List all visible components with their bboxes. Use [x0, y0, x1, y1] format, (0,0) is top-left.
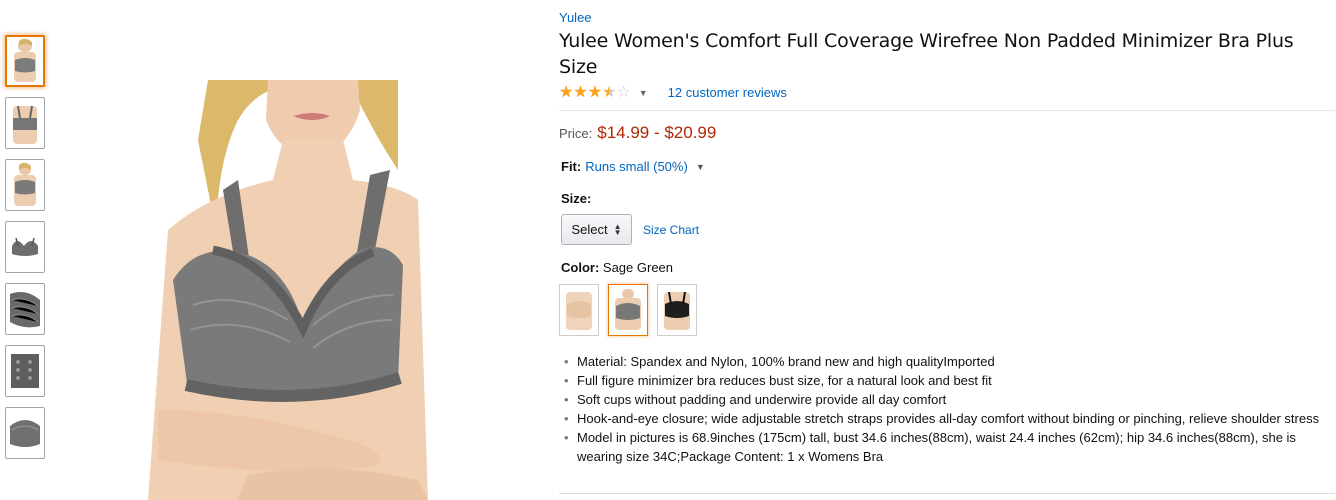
swatch-black[interactable]	[657, 284, 697, 336]
size-chart-link[interactable]: Size Chart	[643, 223, 699, 237]
star-empty-icon: ☆	[616, 83, 631, 101]
fit-label: Fit:	[561, 159, 582, 174]
feature-bullet: Model in pictures is 68.9inches (175cm) …	[564, 428, 1335, 466]
thumbnail-fabric-detail[interactable]	[5, 283, 45, 335]
feature-bullet: Full figure minimizer bra reduces bust s…	[564, 371, 1335, 390]
feature-bullet: Hook-and-eye closure; wide adjustable st…	[564, 409, 1335, 428]
thumbnail-cup-detail[interactable]	[5, 407, 45, 459]
thumbnail-strip	[5, 35, 45, 469]
product-title: Yulee Women's Comfort Full Coverage Wire…	[559, 30, 1294, 78]
color-value: Sage Green	[602, 260, 674, 275]
main-product-image[interactable]	[98, 80, 478, 500]
swatch-sage-green[interactable]	[608, 284, 648, 336]
star-full-icon: ★	[573, 83, 588, 101]
swatch-beige[interactable]	[559, 284, 599, 336]
star-rating[interactable]: ★ ★ ★ ★ ☆	[559, 83, 631, 101]
customer-reviews-link[interactable]: 12 customer reviews	[668, 85, 787, 100]
brand-link[interactable]: Yulee	[559, 10, 1335, 26]
feature-bullet: Material: Spandex and Nylon, 100% brand …	[564, 352, 1335, 371]
price-value: $14.99 - $20.99	[597, 123, 717, 142]
rating-dropdown-caret-icon[interactable]: ▼	[639, 88, 648, 98]
price-label: Price:	[559, 126, 593, 141]
color-row: Color: Sage Green	[561, 260, 1335, 275]
size-select-dropdown[interactable]: Select ▲ ▼	[561, 214, 632, 245]
select-arrows-icon: ▲ ▼	[613, 221, 622, 237]
feature-bullet: Soft cups without padding and underwire …	[564, 390, 1335, 409]
thumbnail-product-flat[interactable]	[5, 221, 45, 273]
star-full-icon: ★	[559, 83, 574, 101]
color-label: Color:	[561, 260, 600, 275]
color-swatches	[559, 284, 1335, 336]
product-info: Yulee Yulee Women's Comfort Full Coverag…	[559, 10, 1335, 466]
size-row: Select ▲ ▼ Size Chart	[561, 214, 1335, 245]
fit-row: Fit: Runs small (50%) ▼	[561, 159, 1335, 174]
fit-value-link[interactable]: Runs small (50%)	[585, 159, 688, 174]
thumbnail-model-front-2[interactable]	[5, 159, 45, 211]
thumbnail-model-back[interactable]	[5, 97, 45, 149]
star-half-icon: ★	[602, 83, 617, 101]
rating-row: ★ ★ ★ ★ ☆ ▼ 12 customer reviews	[559, 81, 1335, 111]
thumbnail-hook-closure[interactable]	[5, 345, 45, 397]
fit-dropdown-caret-icon[interactable]: ▼	[696, 162, 705, 172]
feature-bullets: Material: Spandex and Nylon, 100% brand …	[559, 352, 1335, 466]
thumbnail-model-front[interactable]	[5, 35, 45, 87]
size-label: Size:	[561, 191, 592, 206]
section-divider	[559, 493, 1335, 494]
price-row: Price: $14.99 - $20.99	[559, 123, 1335, 143]
size-select-label: Select	[571, 222, 608, 237]
star-full-icon: ★	[587, 83, 603, 101]
